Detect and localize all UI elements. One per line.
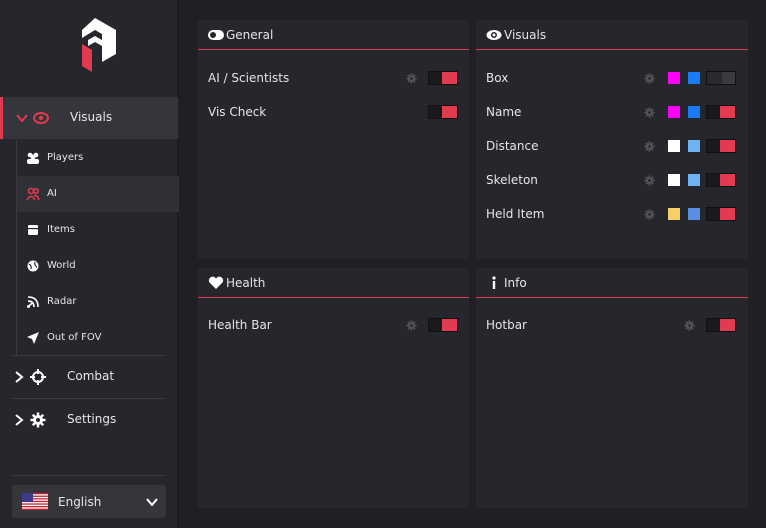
- sub-item-ai[interactable]: AI: [17, 176, 179, 212]
- setting-row: Held Item: [476, 197, 748, 231]
- toggle-switch[interactable]: [706, 207, 736, 221]
- box-icon: [28, 225, 38, 235]
- setting-row: Vis Check: [198, 95, 469, 129]
- panel-title: General: [226, 28, 274, 42]
- sub-item-label: Players: [47, 152, 84, 163]
- toggle-switch[interactable]: [428, 105, 458, 119]
- crosshair-icon: [30, 369, 46, 385]
- panel-health: Health Health Bar: [198, 268, 469, 508]
- chevron-right-icon: [15, 414, 24, 426]
- setting-label: Distance: [486, 139, 539, 153]
- sub-item-out-of-fov[interactable]: Out of FOV: [17, 320, 179, 356]
- sidebar: Visuals Players AI Items World Radar Out…: [0, 0, 179, 528]
- nav-visuals-label: Visuals: [70, 110, 113, 124]
- color-swatch[interactable]: [688, 72, 700, 84]
- visuals-submenu: Players AI Items World Radar Out of FOV: [16, 140, 179, 356]
- setting-label: Name: [486, 105, 522, 119]
- setting-label: Hotbar: [486, 318, 527, 332]
- setting-row: AI / Scientists: [198, 61, 469, 95]
- language-select[interactable]: English: [12, 485, 166, 518]
- nav-combat[interactable]: Combat: [0, 356, 178, 398]
- setting-row: Health Bar: [198, 308, 469, 342]
- info-icon: [492, 276, 496, 289]
- toggle-switch[interactable]: [706, 71, 736, 85]
- eye-icon: [33, 112, 49, 124]
- setting-row: Box: [476, 61, 748, 95]
- gear-icon: [30, 412, 46, 428]
- gear-icon[interactable]: [644, 107, 655, 118]
- sub-item-label: Out of FOV: [47, 332, 102, 343]
- setting-label: Skeleton: [486, 173, 538, 187]
- sub-item-players[interactable]: Players: [17, 140, 179, 176]
- setting-label: Box: [486, 71, 509, 85]
- toggle-switch[interactable]: [706, 318, 736, 332]
- sub-item-items[interactable]: Items: [17, 212, 179, 248]
- nav-combat-label: Combat: [67, 369, 115, 383]
- panel-header: Info: [476, 268, 748, 298]
- setting-label: Vis Check: [208, 105, 267, 119]
- gear-icon[interactable]: [644, 141, 655, 152]
- setting-row: Hotbar: [476, 308, 748, 342]
- us-flag-icon: [22, 493, 48, 510]
- chevron-down-icon: [16, 114, 28, 123]
- panel-title: Info: [504, 276, 527, 290]
- color-swatch[interactable]: [688, 208, 700, 220]
- nav-settings[interactable]: Settings: [0, 399, 178, 441]
- panel-visuals: Visuals Box Name Distance Skeleton Held Item: [476, 20, 748, 259]
- divider: [12, 475, 166, 476]
- sub-item-label: Items: [47, 224, 75, 235]
- gear-icon[interactable]: [644, 175, 655, 186]
- color-swatch[interactable]: [668, 72, 680, 84]
- setting-row: Name: [476, 95, 748, 129]
- chevron-down-icon: [146, 498, 158, 507]
- panel-info: Info Hotbar: [476, 268, 748, 508]
- language-label: English: [58, 495, 102, 509]
- toggle-switch[interactable]: [706, 173, 736, 187]
- sub-item-world[interactable]: World: [17, 248, 179, 284]
- setting-label: Held Item: [486, 207, 545, 221]
- color-swatch[interactable]: [688, 140, 700, 152]
- sub-item-radar[interactable]: Radar: [17, 284, 179, 320]
- toggle-switch[interactable]: [706, 105, 736, 119]
- panel-title: Visuals: [504, 28, 547, 42]
- logo-icon: [82, 18, 116, 72]
- setting-label: Health Bar: [208, 318, 272, 332]
- color-swatch[interactable]: [668, 140, 680, 152]
- color-swatch[interactable]: [688, 174, 700, 186]
- toggle-icon: [208, 30, 224, 40]
- color-swatch[interactable]: [668, 208, 680, 220]
- setting-row: Skeleton: [476, 163, 748, 197]
- panel-header: General: [198, 20, 469, 50]
- nav-settings-label: Settings: [67, 412, 117, 426]
- users-icon: [27, 152, 39, 164]
- panel-title: Health: [226, 276, 266, 290]
- color-swatch[interactable]: [668, 174, 680, 186]
- heart-icon: [208, 276, 224, 289]
- ai-users-icon: [26, 187, 40, 201]
- setting-row: Distance: [476, 129, 748, 163]
- gear-icon[interactable]: [684, 320, 695, 331]
- gear-icon[interactable]: [644, 73, 655, 84]
- panel-header: Visuals: [476, 20, 748, 50]
- radar-icon: [27, 296, 39, 308]
- color-swatch[interactable]: [688, 106, 700, 118]
- toggle-switch[interactable]: [428, 318, 458, 332]
- globe-icon: [27, 260, 39, 272]
- sub-item-label: AI: [47, 188, 57, 199]
- toggle-switch[interactable]: [428, 71, 458, 85]
- setting-label: AI / Scientists: [208, 71, 290, 85]
- color-swatch[interactable]: [668, 106, 680, 118]
- toggle-switch[interactable]: [706, 139, 736, 153]
- nav-visuals[interactable]: Visuals: [0, 97, 178, 139]
- gear-icon[interactable]: [406, 73, 417, 84]
- gear-icon[interactable]: [406, 320, 417, 331]
- eye-icon: [486, 30, 502, 40]
- sub-item-label: Radar: [47, 296, 77, 307]
- gear-icon[interactable]: [644, 209, 655, 220]
- panel-general: General AI / Scientists Vis Check: [198, 20, 469, 259]
- sub-item-label: World: [47, 260, 76, 271]
- panel-header: Health: [198, 268, 469, 298]
- arrow-icon: [27, 332, 39, 344]
- chevron-right-icon: [15, 371, 24, 383]
